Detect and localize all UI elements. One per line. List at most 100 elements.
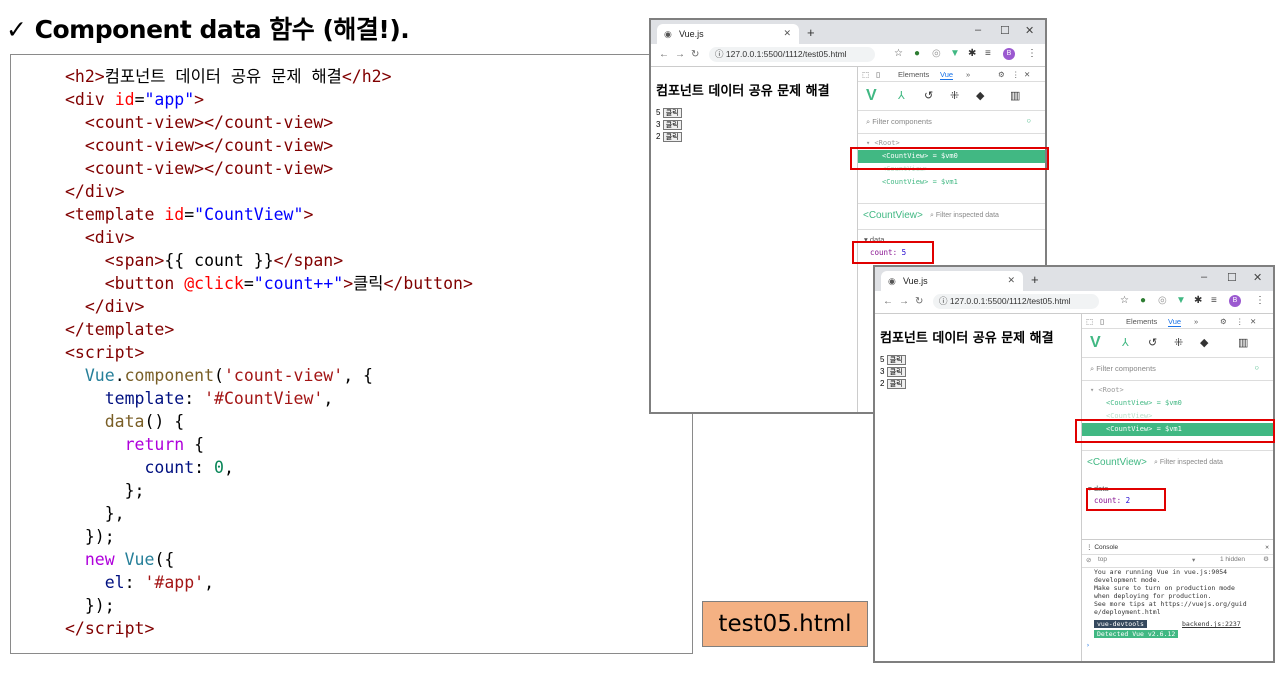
page-heading: 컴포넌트 데이터 공유 문제 해결 <box>880 331 1054 346</box>
browser-tab[interactable]: ◉ Vue.js ✕ <box>881 271 1023 291</box>
profile-avatar[interactable]: B <box>1003 48 1015 60</box>
count-list: 5 클릭 3 클릭 2 클릭 <box>880 354 906 390</box>
filename-label: test05.html <box>702 601 868 647</box>
menu-icon[interactable]: ⋮ <box>1255 295 1265 306</box>
tree-item[interactable]: <CountView> = $vm1 <box>858 176 1045 189</box>
inspect-icon[interactable]: ⬚ <box>862 70 869 79</box>
minimize-icon[interactable]: – <box>1201 271 1207 283</box>
browser-tab[interactable]: ◉ Vue.js ✕ <box>657 24 799 44</box>
url-field[interactable]: ⓘ 127.0.0.1:5500/1112/test05.html <box>933 294 1099 309</box>
console-link[interactable]: e/deployment.html <box>1094 608 1247 616</box>
playlist-icon[interactable]: ≡ <box>985 48 991 59</box>
settings-icon[interactable]: ⚙ <box>998 70 1005 79</box>
tab-vue[interactable]: Vue <box>1168 317 1182 327</box>
tab-elements[interactable]: Elements <box>898 70 929 79</box>
vue-logo-icon: V <box>866 87 877 104</box>
vue-extension-icon[interactable]: ▼ <box>950 48 960 59</box>
minimize-icon[interactable]: – <box>975 24 981 36</box>
components-icon[interactable]: ⅄ <box>898 89 905 102</box>
tree-root[interactable]: ▾ <Root> <box>1082 384 1273 397</box>
star-icon[interactable]: ☆ <box>894 48 903 59</box>
new-tab-icon[interactable]: + <box>1031 272 1039 287</box>
devtools-tabs: ⬚ ▯ Elements Vue » ⚙ ⋮ ✕ <box>1082 314 1273 329</box>
events-icon[interactable]: ◆ <box>1200 336 1208 349</box>
kebab-icon[interactable]: ⋮ <box>1012 70 1020 79</box>
more-tabs[interactable]: » <box>1194 317 1198 326</box>
click-button[interactable]: 클릭 <box>662 120 682 130</box>
device-icon[interactable]: ▯ <box>876 70 880 79</box>
refresh-icon[interactable]: ○ <box>1026 116 1031 125</box>
close-devtools-icon[interactable]: ✕ <box>1250 317 1256 326</box>
maximize-icon[interactable]: ☐ <box>1227 271 1237 284</box>
events-icon[interactable]: ◆ <box>976 89 984 102</box>
more-tabs[interactable]: » <box>966 70 970 79</box>
settings-icon[interactable]: ⚙ <box>1220 317 1227 326</box>
perf-icon[interactable]: ▥ <box>1238 336 1248 349</box>
tab-elements[interactable]: Elements <box>1126 317 1157 326</box>
close-window-icon[interactable]: ✕ <box>1253 271 1262 284</box>
filter-components[interactable]: ⌕ Filter components ○ <box>858 111 1045 134</box>
page-content: 컴포넌트 데이터 공유 문제 해결 5 클릭 3 클릭 2 클릭 <box>875 314 1081 661</box>
star-icon[interactable]: ☆ <box>1120 295 1129 306</box>
components-icon[interactable]: ⅄ <box>1122 336 1129 349</box>
refresh-icon[interactable]: ○ <box>1254 363 1259 372</box>
tree-item[interactable]: <CountView> = $vm0 <box>1082 397 1273 410</box>
evernote-icon[interactable]: ● <box>914 48 920 59</box>
code-h2-text: 컴포넌트 데이터 공유 문제 해결 <box>104 67 342 86</box>
backend-link[interactable]: backend.js:2237 <box>1182 620 1241 628</box>
menu-icon[interactable]: ⋮ <box>1027 48 1037 59</box>
inspector-header: <CountView> ⌕ Filter inspected data <box>858 203 1045 228</box>
click-button[interactable]: 클릭 <box>662 108 682 118</box>
code-template-id: "CountView" <box>194 205 304 224</box>
tab-title: Vue.js <box>903 276 928 286</box>
history-icon[interactable]: ↺ <box>924 89 933 102</box>
puzzle-icon[interactable]: ✱ <box>1194 295 1202 306</box>
new-tab-icon[interactable]: + <box>807 25 815 40</box>
back-icon[interactable]: ← <box>659 49 669 60</box>
dropdown-icon[interactable]: ▾ <box>1192 556 1195 564</box>
extension-icon[interactable]: ◎ <box>1158 295 1167 306</box>
console-tab[interactable]: ⋮ Console <box>1086 543 1118 551</box>
clear-console-icon[interactable]: ⊘ <box>1086 556 1091 564</box>
evernote-icon[interactable]: ● <box>1140 295 1146 306</box>
puzzle-icon[interactable]: ✱ <box>968 48 976 59</box>
maximize-icon[interactable]: ☐ <box>1000 24 1010 37</box>
forward-icon[interactable]: → <box>899 296 909 307</box>
vuex-icon[interactable]: ⁜ <box>950 89 959 102</box>
context-select[interactable]: top <box>1098 556 1107 563</box>
perf-icon[interactable]: ▥ <box>1010 89 1020 102</box>
console-settings-icon[interactable]: ⚙ <box>1263 555 1269 563</box>
filter-inspected[interactable]: ⌕ Filter inspected data <box>1154 459 1223 467</box>
click-button[interactable]: 클릭 <box>886 367 906 377</box>
inspect-icon[interactable]: ⬚ <box>1086 317 1093 326</box>
tab-vue[interactable]: Vue <box>940 70 954 80</box>
filter-components[interactable]: ⌕ Filter components ○ <box>1082 358 1273 381</box>
count-row: 5 클릭 <box>880 354 906 366</box>
close-tab-icon[interactable]: ✕ <box>1007 275 1015 286</box>
reload-icon[interactable]: ↻ <box>915 296 923 307</box>
playlist-icon[interactable]: ≡ <box>1211 295 1217 306</box>
url-field[interactable]: ⓘ 127.0.0.1:5500/1112/test05.html <box>709 47 875 62</box>
extension-icon[interactable]: ◎ <box>932 48 941 59</box>
vuex-icon[interactable]: ⁜ <box>1174 336 1183 349</box>
console-link[interactable]: See more tips at https://vuejs.org/guid <box>1094 600 1247 608</box>
click-button[interactable]: 클릭 <box>886 355 906 365</box>
history-icon[interactable]: ↺ <box>1148 336 1157 349</box>
forward-icon[interactable]: → <box>675 49 685 60</box>
back-icon[interactable]: ← <box>883 296 893 307</box>
code-el-value: '#app' <box>144 573 205 592</box>
vue-extension-icon[interactable]: ▼ <box>1176 295 1186 306</box>
close-devtools-icon[interactable]: ✕ <box>1024 70 1030 79</box>
close-tab-icon[interactable]: ✕ <box>783 28 791 39</box>
reload-icon[interactable]: ↻ <box>691 49 699 60</box>
console-prompt[interactable]: › <box>1086 641 1090 649</box>
click-button[interactable]: 클릭 <box>886 379 906 389</box>
click-button[interactable]: 클릭 <box>662 132 682 142</box>
close-console-icon[interactable]: ✕ <box>1265 543 1269 551</box>
kebab-icon[interactable]: ⋮ <box>1236 317 1244 326</box>
close-window-icon[interactable]: ✕ <box>1025 24 1034 37</box>
profile-avatar[interactable]: B <box>1229 295 1241 307</box>
filter-inspected[interactable]: ⌕ Filter inspected data <box>930 212 999 220</box>
device-icon[interactable]: ▯ <box>1100 317 1104 326</box>
console-toolbar: ⊘ top ▾ 1 hidden ⚙ <box>1082 554 1273 568</box>
